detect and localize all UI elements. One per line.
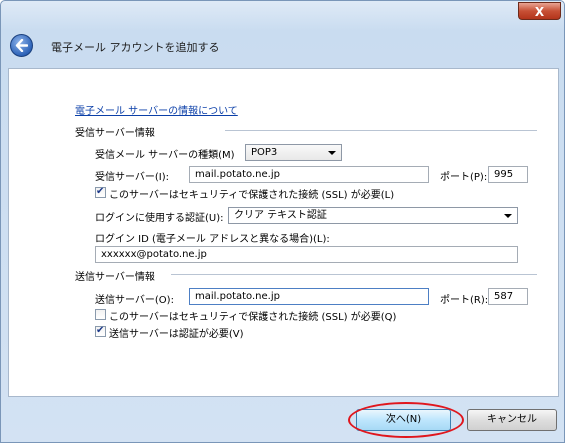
- outgoing-section-label: 送信サーバー情報: [75, 272, 155, 283]
- chevron-down-icon: [328, 151, 336, 155]
- incoming-type-select[interactable]: POP3: [245, 144, 342, 161]
- outgoing-server-label: 送信サーバー(O):: [95, 295, 174, 306]
- incoming-auth-value: クリア テキスト認証: [234, 210, 327, 221]
- checkmark-icon: ✔: [96, 325, 105, 336]
- outgoing-port-label: ポート(R):: [440, 295, 489, 306]
- incoming-port-label: ポート(P):: [440, 172, 488, 183]
- incoming-auth-select[interactable]: クリア テキスト認証: [228, 207, 518, 224]
- incoming-server-label: 受信サーバー(I):: [95, 172, 170, 183]
- incoming-server-input[interactable]: mail.potato.ne.jp: [189, 166, 429, 183]
- incoming-auth-label: ログインに使用する認証(U):: [95, 213, 224, 224]
- incoming-section-label: 受信サーバー情報: [75, 128, 155, 139]
- outgoing-auth-label: 送信サーバーは認証が必要(V): [109, 329, 244, 340]
- server-info-link[interactable]: 電子メール サーバーの情報について: [75, 102, 238, 117]
- close-button[interactable]: X: [518, 2, 561, 20]
- incoming-type-value: POP3: [251, 147, 278, 158]
- back-button[interactable]: [10, 34, 33, 57]
- back-arrow-icon: [15, 39, 28, 52]
- incoming-type-label: 受信メール サーバーの種類(M): [95, 150, 235, 161]
- outgoing-port-input[interactable]: 587: [488, 288, 528, 305]
- cancel-button[interactable]: キャンセル: [467, 409, 557, 431]
- dialog-title: 電子メール アカウントを追加する: [51, 41, 220, 54]
- checkmark-icon: ✔: [96, 186, 105, 197]
- outgoing-ssl-checkbox[interactable]: [95, 309, 106, 320]
- outgoing-auth-checkbox[interactable]: ✔: [95, 325, 106, 337]
- close-icon: X: [534, 5, 545, 19]
- incoming-ssl-checkbox[interactable]: ✔: [95, 186, 106, 198]
- section-divider: [225, 130, 537, 131]
- content-panel: 電子メール サーバーの情報について 受信サーバー情報 受信メール サーバーの種類…: [8, 68, 559, 397]
- incoming-ssl-label: このサーバーはセキュリティで保護された接続 (SSL) が必要(L): [109, 190, 395, 201]
- outgoing-ssl-label: このサーバーはセキュリティで保護された接続 (SSL) が必要(Q): [109, 312, 397, 323]
- chevron-down-icon: [504, 214, 512, 218]
- login-id-input[interactable]: xxxxxx@potato.ne.jp: [95, 246, 518, 263]
- outgoing-server-input[interactable]: mail.potato.ne.jp: [189, 288, 429, 305]
- highlight-annotation: [348, 402, 464, 438]
- incoming-port-input[interactable]: 995: [488, 166, 528, 183]
- login-id-label: ログイン ID (電子メール アドレスと異なる場合)(L):: [95, 234, 330, 245]
- section-divider: [171, 274, 537, 275]
- dialog-window: X 電子メール アカウントを追加する 電子メール サーバーの情報について 受信サ…: [0, 0, 565, 443]
